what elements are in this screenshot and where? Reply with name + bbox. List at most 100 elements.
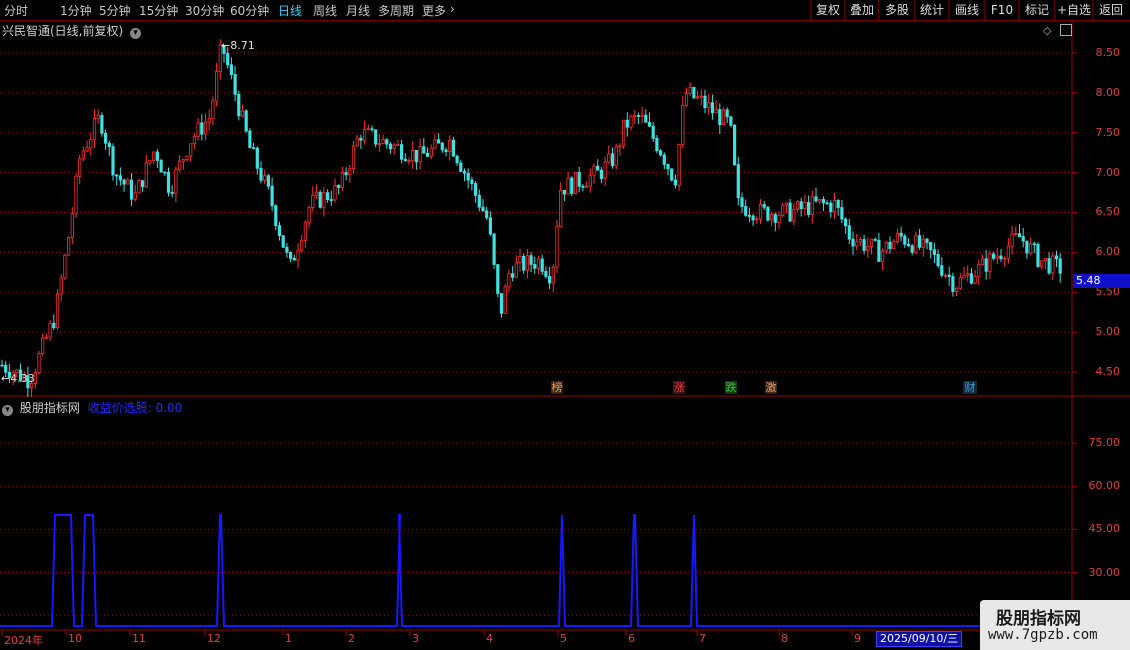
candle-body — [832, 199, 837, 213]
watermark-logo: 股朋指标网 www.7gpzb.com — [980, 600, 1130, 650]
candle-body — [929, 242, 933, 251]
candle-body — [237, 93, 241, 117]
candle-body — [448, 139, 452, 153]
candle-body — [207, 118, 211, 123]
candle-body — [78, 158, 82, 177]
candle-body — [548, 275, 552, 284]
candle-body — [640, 114, 644, 117]
candle-body — [233, 74, 237, 95]
candle-body — [440, 142, 444, 151]
candle-body — [729, 116, 733, 126]
candle-body — [884, 241, 888, 252]
candle-body — [566, 177, 570, 195]
candle-body — [137, 180, 141, 194]
candle-body — [159, 160, 163, 173]
candle-body — [840, 207, 844, 220]
candle-body — [684, 93, 689, 106]
chevron-down-icon[interactable]: ▾ — [2, 405, 13, 416]
candle-body — [636, 115, 641, 117]
candle-body — [710, 102, 715, 114]
candle-body — [122, 179, 126, 185]
time-axis-label: 2024年 — [4, 634, 43, 647]
candle-body — [818, 199, 822, 202]
candle-body — [622, 119, 626, 147]
candle-body — [270, 185, 274, 207]
candle-body — [1040, 260, 1044, 267]
time-axis-label: 4 — [486, 632, 493, 645]
diamond-icon[interactable]: ◇ — [1043, 24, 1051, 37]
time-axis-label: 12 — [207, 632, 221, 645]
candle-body — [533, 264, 537, 269]
candle-body — [214, 71, 219, 102]
candle-body — [977, 263, 981, 277]
candle-body — [462, 170, 467, 174]
panel-toggle-icon[interactable] — [1060, 24, 1072, 36]
candle-body — [999, 255, 1003, 260]
candle-body — [163, 171, 167, 174]
candle-body — [810, 196, 814, 215]
candle-body — [858, 239, 863, 243]
candle-body — [170, 191, 174, 194]
event-marker-bang[interactable]: 榜 — [551, 381, 563, 394]
candle-body — [784, 202, 789, 206]
candle-body — [325, 192, 330, 201]
kline-chart[interactable] — [0, 0, 1130, 650]
price-tick-label: 8.00 — [1095, 85, 1121, 99]
candle-body — [1006, 245, 1011, 259]
indicator-value: 收益价选股: 0.00 — [87, 401, 183, 415]
event-marker-ji[interactable]: 激 — [765, 381, 777, 394]
chevron-down-icon[interactable]: ▾ — [130, 28, 142, 39]
candle-body — [329, 199, 333, 202]
candle-body — [588, 174, 592, 187]
candle-body — [355, 137, 359, 147]
candle-body — [1058, 258, 1062, 274]
indicator-title: 股朋指标网 — [19, 401, 80, 415]
candle-body — [980, 258, 985, 265]
candle-body — [644, 114, 648, 123]
candle-body — [607, 153, 611, 163]
candle-body — [655, 138, 659, 152]
event-marker-zhang[interactable]: 涨 — [673, 381, 685, 394]
candle-body — [733, 124, 737, 166]
candle-body — [599, 169, 604, 179]
watermark-url: www.7gpzb.com — [988, 627, 1098, 643]
candle-body — [285, 246, 289, 253]
candle-body — [433, 139, 437, 149]
min-price-value: 4.33 — [10, 372, 35, 385]
candle-body — [899, 232, 903, 237]
candle-body — [140, 180, 145, 188]
price-tick-label: 5.00 — [1095, 325, 1121, 339]
candle-body — [510, 273, 515, 278]
candle-body — [836, 199, 840, 208]
candle-body — [266, 175, 271, 187]
candle-body — [1054, 255, 1059, 260]
candle-body — [1043, 258, 1047, 262]
candle-body — [67, 237, 71, 256]
candle-body — [314, 191, 319, 196]
candle-body — [366, 128, 370, 131]
current-price-tag: 5.48 — [1073, 274, 1130, 288]
candle-body — [758, 204, 763, 220]
candle-body — [492, 233, 496, 265]
candle-body — [721, 109, 726, 126]
candle-body — [63, 254, 67, 279]
event-marker-die[interactable]: 跌 — [725, 381, 737, 394]
candle-body — [744, 206, 748, 216]
candle-body — [1021, 236, 1025, 242]
candle-body — [984, 258, 988, 272]
candle-body — [869, 238, 874, 247]
candle-body — [951, 276, 955, 292]
max-price-value: 8.71 — [230, 39, 255, 52]
candle-body — [736, 164, 740, 199]
candle-body — [274, 205, 278, 227]
candle-body — [174, 169, 178, 194]
candle-body — [825, 202, 829, 205]
event-marker-cai[interactable]: 财 — [963, 381, 977, 394]
candle-body — [659, 150, 663, 156]
candle-body — [795, 201, 800, 211]
candle-body — [300, 239, 304, 251]
candle-body — [41, 337, 45, 355]
candle-body — [895, 232, 900, 243]
candle-body — [470, 179, 474, 184]
candle-body — [770, 214, 774, 221]
